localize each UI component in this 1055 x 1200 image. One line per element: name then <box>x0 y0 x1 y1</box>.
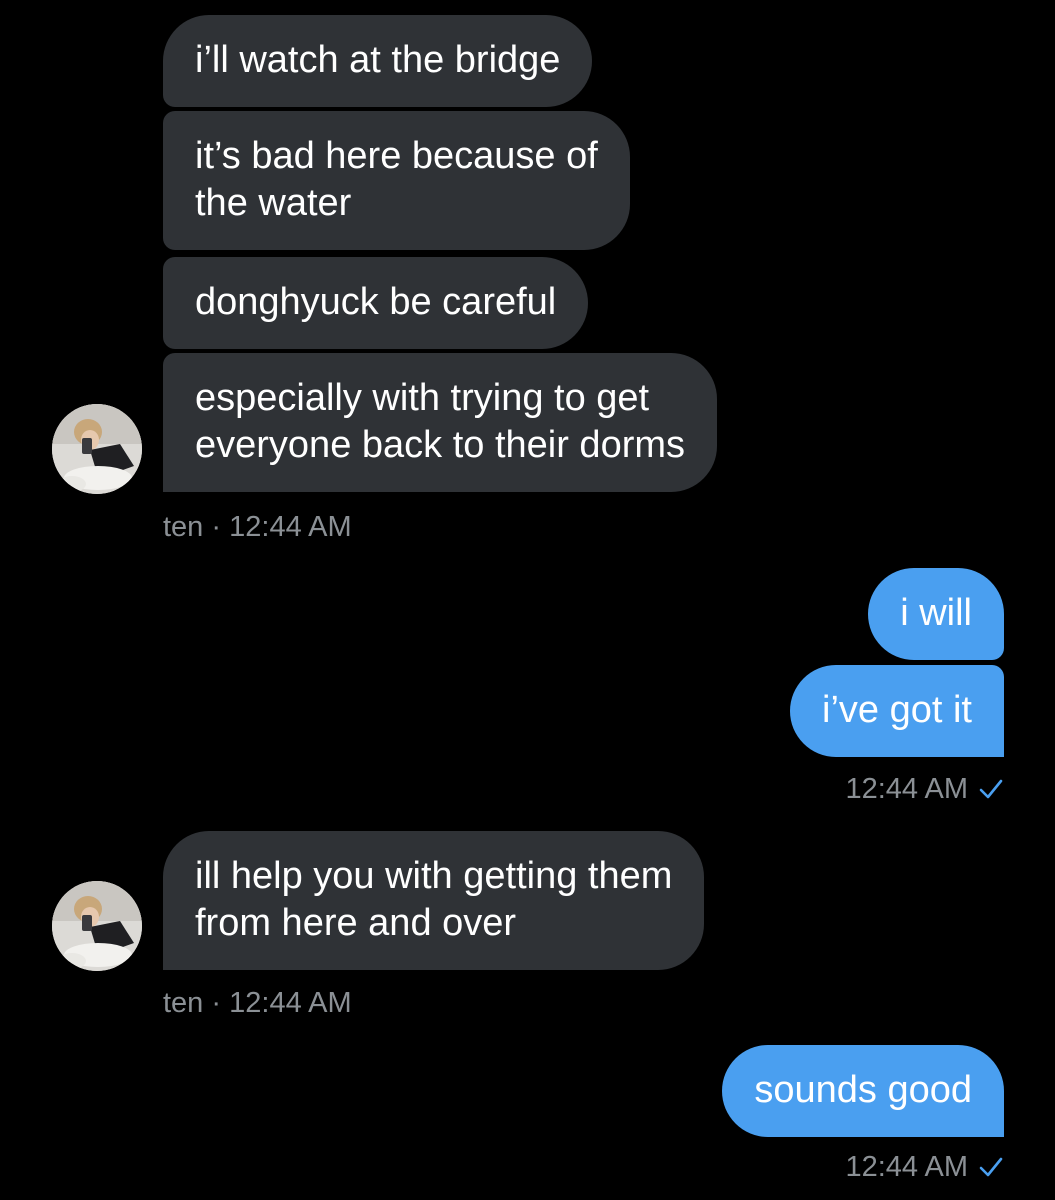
outgoing-message[interactable]: sounds good <box>722 1045 1004 1137</box>
incoming-message[interactable]: i’ll watch at the bridge <box>163 15 593 107</box>
outgoing-message[interactable]: i will <box>868 568 1004 660</box>
incoming-message[interactable]: ill help you with getting them from here… <box>163 831 705 970</box>
message-meta: ten · 12:44 AM <box>163 986 352 1020</box>
sender-name: ten <box>163 987 204 1019</box>
checkmark-icon <box>979 1157 1003 1177</box>
avatar-photo <box>52 404 142 494</box>
incoming-message[interactable]: especially with trying to get everyone b… <box>163 353 718 492</box>
avatar[interactable] <box>52 881 142 971</box>
timestamp: 12:44 AM <box>845 1151 968 1183</box>
avatar-photo <box>52 881 142 971</box>
sender-name: ten <box>163 511 204 543</box>
avatar[interactable] <box>52 404 142 494</box>
meta-separator: · <box>211 987 222 1019</box>
meta-separator: · <box>211 511 222 543</box>
message-meta: ten · 12:44 AM <box>163 510 352 544</box>
timestamp: 12:44 AM <box>845 773 968 805</box>
timestamp: 12:44 AM <box>229 511 352 543</box>
message-meta: 12:44 AM <box>845 1150 1004 1184</box>
incoming-message[interactable]: donghyuck be careful <box>163 257 589 349</box>
message-meta: 12:44 AM <box>845 772 1004 806</box>
incoming-message[interactable]: it’s bad here because of the water <box>163 111 630 250</box>
checkmark-icon <box>979 779 1003 799</box>
timestamp: 12:44 AM <box>229 987 352 1019</box>
outgoing-message[interactable]: i’ve got it <box>790 665 1004 757</box>
